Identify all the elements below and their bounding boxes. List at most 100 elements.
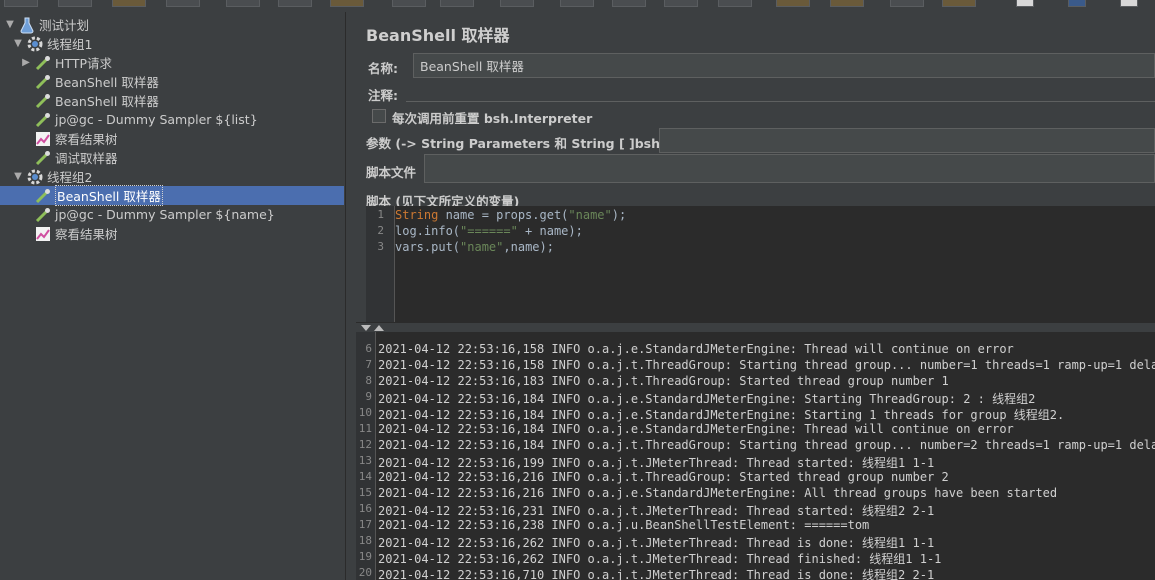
name-field[interactable] [413, 53, 1155, 78]
toolbar-button[interactable] [560, 0, 594, 7]
code-string: "======" [460, 224, 518, 238]
toolbar-button[interactable] [330, 0, 364, 7]
toolbar-button[interactable] [58, 0, 92, 7]
tree-node-label: BeanShell 取样器 [55, 75, 159, 90]
tree-node-debug-sampler[interactable]: 调试取样器 [34, 148, 118, 167]
log-line: 2021-04-12 22:53:16,262 INFO o.a.j.t.JMe… [378, 536, 935, 550]
log-line-number: 19 [358, 550, 372, 563]
log-line: 2021-04-12 22:53:16,231 INFO o.a.j.t.JMe… [378, 504, 935, 518]
line-number-gutter: 1 2 3 [366, 206, 395, 322]
toolbar-button[interactable] [718, 0, 752, 7]
tree-node-label: 测试计划 [39, 18, 90, 33]
toolbar-button[interactable] [664, 0, 698, 7]
name-label: 名称: [368, 61, 398, 76]
toolbar-button[interactable] [1016, 0, 1034, 7]
expand-arrow-icon[interactable]: ▼ [4, 19, 16, 31]
log-line-number: 17 [358, 518, 372, 531]
tree-node-label: jp@gc - Dummy Sampler ${name} [55, 207, 275, 222]
toolbar-button[interactable] [1068, 0, 1086, 7]
log-line: 2021-04-12 22:53:16,238 INFO o.a.j.u.Bea… [378, 518, 870, 532]
tree-node-label: 线程组1 [47, 37, 93, 52]
log-line: 2021-04-12 22:53:16,199 INFO o.a.j.t.JMe… [378, 456, 935, 470]
tree-node-beanshell-sampler[interactable]: BeanShell 取样器 [34, 72, 159, 91]
log-line-number: 6 [365, 342, 372, 355]
script-editor[interactable]: 1 2 3 String name = props.get("name"); l… [366, 206, 1155, 322]
line-number: 2 [377, 224, 384, 237]
log-line-number: 16 [358, 502, 372, 515]
test-plan-icon [20, 17, 34, 33]
log-line: 2021-04-12 22:53:16,183 INFO o.a.j.t.Thr… [378, 374, 949, 388]
vertical-splitter[interactable] [345, 12, 356, 580]
split-arrows-icon[interactable] [360, 324, 386, 332]
toolbar-button[interactable] [942, 0, 976, 7]
tree-node-beanshell-sampler-selected[interactable]: BeanShell 取样器 [0, 185, 344, 206]
code-string: "name" [460, 240, 504, 254]
script-file-label: 脚本文件 [366, 165, 417, 180]
tree-node-view-results-tree[interactable]: 察看结果树 [34, 129, 118, 148]
log-line: 2021-04-12 22:53:16,158 INFO o.a.j.t.Thr… [378, 358, 1155, 372]
code-line: String name = props.get("name"); [395, 208, 627, 222]
log-line-number: 15 [358, 486, 372, 499]
log-line-number: 10 [358, 406, 372, 419]
toolbar-button[interactable] [612, 0, 646, 7]
toolbar-button[interactable] [112, 0, 146, 7]
toolbar-button[interactable] [500, 0, 534, 7]
sampler-icon [35, 150, 50, 165]
code-string: "name" [568, 208, 612, 222]
code-line: vars.put("name",name); [395, 240, 554, 254]
test-plan-tree: ▼ 测试计划 ▼ 线程组1 ▶ HTTP请求 BeanShell 取样器 Bea… [0, 12, 344, 580]
expand-arrow-icon[interactable]: ▼ [12, 38, 24, 50]
log-line-number: 7 [365, 358, 372, 371]
log-line: 2021-04-12 22:53:16,158 INFO o.a.j.e.Sta… [378, 342, 1014, 356]
tree-node-label: 线程组2 [47, 170, 93, 185]
toolbar-button[interactable] [776, 0, 810, 7]
tree-node-label: HTTP请求 [55, 56, 112, 71]
sampler-icon [35, 93, 50, 108]
page-title: BeanShell 取样器 [366, 26, 510, 45]
gear-icon [27, 36, 43, 51]
tree-node-dummy-sampler[interactable]: jp@gc - Dummy Sampler ${list} [34, 110, 258, 129]
comment-field[interactable] [406, 82, 1155, 102]
log-line-number: 8 [365, 374, 372, 387]
toolbar-button[interactable] [1120, 0, 1138, 7]
parameters-label: 参数 (-> String Parameters 和 String [ ]bsh… [366, 136, 702, 151]
tree-node-view-results-tree[interactable]: 察看结果树 [34, 224, 118, 243]
tree-node-label: BeanShell 取样器 [55, 94, 159, 109]
toolbar-button[interactable] [392, 0, 426, 7]
toolbar-button[interactable] [278, 0, 312, 7]
log-line-number: 14 [358, 470, 372, 483]
tree-node-label: 调试取样器 [55, 151, 118, 166]
reset-interpreter-label: 每次调用前重置 bsh.Interpreter [392, 111, 593, 126]
code-keyword: String [395, 208, 439, 222]
code-line: log.info("======" + name); [395, 224, 583, 238]
toolbar-button[interactable] [166, 0, 200, 7]
toolbar-button[interactable] [4, 0, 38, 7]
tree-node-test-plan[interactable]: ▼ 测试计划 [4, 15, 89, 34]
tree-node-thread-group-1[interactable]: ▼ 线程组1 [12, 34, 92, 53]
script-file-field[interactable] [424, 154, 1155, 183]
log-line: 2021-04-12 22:53:16,216 INFO o.a.j.e.Sta… [378, 486, 1058, 500]
parameters-field[interactable] [659, 128, 1155, 153]
reset-interpreter-checkbox[interactable] [372, 109, 386, 123]
tree-node-dummy-sampler[interactable]: jp@gc - Dummy Sampler ${name} [34, 205, 275, 224]
sampler-icon [35, 55, 50, 70]
comment-label: 注释: [368, 88, 398, 103]
sampler-icon [35, 74, 50, 89]
log-line: 2021-04-12 22:53:16,184 INFO o.a.j.t.Thr… [378, 438, 1155, 452]
sampler-config-panel: BeanShell 取样器 名称: 注释: 每次调用前重置 bsh.Interp… [356, 12, 1155, 322]
toolbar-button[interactable] [226, 0, 260, 7]
toolbar-button[interactable] [440, 0, 474, 7]
line-number: 3 [377, 240, 384, 253]
tree-node-beanshell-sampler[interactable]: BeanShell 取样器 [34, 91, 159, 110]
log-viewer[interactable]: 6 7 8 9 10 11 12 13 14 15 16 17 18 19 20 2021-04-12 22… [356, 332, 1155, 580]
toolbar-button[interactable] [890, 0, 924, 7]
expand-arrow-icon[interactable]: ▼ [12, 171, 24, 183]
tree-node-label: 察看结果树 [55, 132, 118, 147]
collapsed-arrow-icon[interactable]: ▶ [20, 57, 32, 69]
toolbar-button[interactable] [830, 0, 864, 7]
toolbar [0, 0, 1155, 9]
log-line: 2021-04-12 22:53:16,184 INFO o.a.j.e.Sta… [378, 392, 1036, 406]
log-line-number: 20 [358, 566, 372, 579]
tree-node-thread-group-2[interactable]: ▼ 线程组2 [12, 167, 92, 186]
tree-node-http-request[interactable]: ▶ HTTP请求 [20, 53, 112, 72]
